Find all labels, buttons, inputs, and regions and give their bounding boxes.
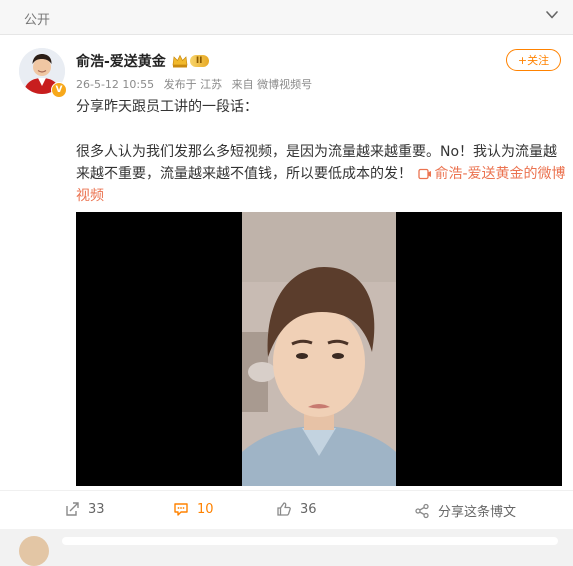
- follow-button[interactable]: +关注: [506, 49, 561, 71]
- video-frame: [242, 212, 396, 486]
- author-name[interactable]: 俞浩-爱送黄金: [76, 51, 166, 71]
- post-location: 发布于 江苏: [163, 78, 223, 91]
- like-button[interactable]: 36: [276, 501, 317, 517]
- share-count: 33: [88, 501, 105, 517]
- share-post-label: 分享这条博文: [438, 505, 517, 520]
- post-text-line1: 分享昨天跟员工讲的一段话：: [76, 99, 258, 115]
- share-post-icon: [415, 503, 429, 518]
- post-source[interactable]: 来自 微博视频号: [232, 78, 313, 91]
- post-text-body: 很多人认为我们发那么多短视频，是因为流量越来越重要。No！我认为流量越来越不重要…: [76, 141, 566, 207]
- verified-badge: V: [51, 82, 67, 98]
- comment-count: 10: [197, 501, 214, 517]
- share-post-button[interactable]: 分享这条博文: [414, 501, 516, 520]
- video-player[interactable]: [76, 212, 562, 486]
- post-meta: 26-5-12 10:55 发布于 江苏 来自 微博视频号: [76, 76, 318, 92]
- chevron-down-icon[interactable]: [545, 8, 559, 22]
- video-link-icon: [418, 168, 432, 180]
- comment-icon: [174, 503, 188, 516]
- level-badge: II: [189, 55, 209, 67]
- visibility-label: 公开: [24, 13, 51, 28]
- crown-icon: [172, 54, 188, 68]
- weibo-post-card: V 俞浩-爱送黄金 II 26-5-12 10:55 发布于 江苏 来自 微博视…: [0, 35, 573, 529]
- share-button[interactable]: 33: [64, 501, 105, 517]
- post-timestamp[interactable]: 26-5-12 10:55: [76, 78, 154, 91]
- like-icon: [277, 502, 291, 516]
- post-visibility-bar: 公开: [0, 0, 573, 35]
- next-post-edge: [62, 537, 558, 545]
- share-icon: [66, 502, 79, 516]
- post-action-bar: 33 10 36 分享这条博文: [0, 490, 573, 531]
- comment-button[interactable]: 10: [173, 501, 214, 517]
- author-row: 俞浩-爱送黄金 II: [76, 51, 209, 71]
- like-count: 36: [300, 501, 317, 517]
